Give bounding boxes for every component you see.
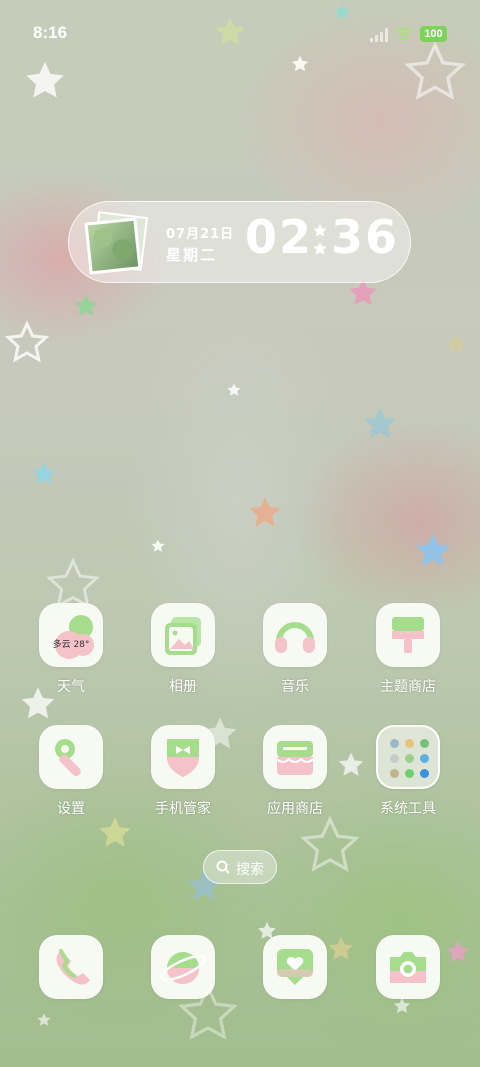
system-tools-folder-icon — [376, 725, 440, 789]
dock-camera[interactable] — [363, 935, 453, 999]
search-icon — [216, 860, 230, 874]
star-decoration — [227, 383, 241, 396]
star-decoration — [74, 294, 98, 317]
app-theme-store[interactable]: 主题商店 — [363, 603, 453, 696]
music-icon — [263, 603, 327, 667]
app-label-phone-manager: 手机管家 — [155, 801, 211, 817]
battery-indicator: 100 — [420, 26, 447, 42]
app-settings[interactable]: 设置 — [26, 725, 116, 818]
app-gallery[interactable]: 相册 — [138, 603, 228, 696]
star-decoration — [338, 752, 364, 776]
star-outline-decoration — [300, 815, 360, 873]
app-label-theme-store: 主题商店 — [380, 679, 436, 695]
app-music[interactable]: 音乐 — [250, 603, 340, 696]
widget-date: 07月21日 — [166, 227, 235, 242]
star-decoration — [32, 462, 56, 485]
app-label-weather: 天气 — [57, 679, 85, 695]
app-phone-manager[interactable]: 手机管家 — [138, 725, 228, 818]
star-decoration — [446, 334, 466, 353]
phone-manager-icon — [151, 725, 215, 789]
star-decoration — [151, 539, 165, 552]
signal-icon — [370, 28, 388, 42]
star-decoration — [415, 533, 451, 567]
search-button[interactable]: 搜索 — [203, 850, 277, 884]
widget-hour: 02 — [245, 210, 314, 264]
star-decoration — [99, 817, 131, 847]
star-decoration — [363, 407, 397, 439]
widget-photo — [84, 211, 149, 275]
star-outline-decoration — [4, 320, 50, 363]
search-label: 搜索 — [236, 862, 264, 878]
weather-text: 多云 28° — [52, 640, 90, 650]
star-decoration — [249, 497, 281, 527]
app-label-app-store: 应用商店 — [267, 801, 323, 817]
dock-phone[interactable] — [26, 935, 116, 999]
phone-icon — [39, 935, 103, 999]
app-store-icon — [263, 725, 327, 789]
browser-icon — [151, 935, 215, 999]
camera-icon — [376, 935, 440, 999]
app-app-store[interactable]: 应用商店 — [250, 725, 340, 818]
app-label-gallery: 相册 — [169, 679, 197, 695]
settings-icon — [39, 725, 103, 789]
dock-browser[interactable] — [138, 935, 228, 999]
messages-icon — [263, 935, 327, 999]
star-decoration — [37, 1013, 51, 1026]
dock-messages[interactable] — [250, 935, 340, 999]
clock-separator-stars-icon — [313, 224, 327, 255]
wifi-icon — [394, 27, 414, 41]
weather-icon: 多云 28° — [39, 603, 103, 667]
star-decoration — [393, 997, 411, 1014]
widget-weekday: 星期二 — [166, 246, 218, 264]
app-label-settings: 设置 — [57, 801, 85, 817]
clock-widget[interactable]: 07月21日 星期二 02 36 — [68, 201, 411, 283]
app-label-system-tools: 系统工具 — [380, 801, 436, 817]
widget-minute: 36 — [331, 210, 400, 264]
app-weather[interactable]: 多云 28° 天气 — [26, 603, 116, 696]
status-bar: 8:16 100 — [0, 0, 480, 66]
folder-system-tools[interactable]: 系统工具 — [363, 725, 453, 818]
theme-store-icon — [376, 603, 440, 667]
app-label-music: 音乐 — [281, 679, 309, 695]
gallery-icon — [151, 603, 215, 667]
status-time: 8:16 — [33, 23, 68, 42]
